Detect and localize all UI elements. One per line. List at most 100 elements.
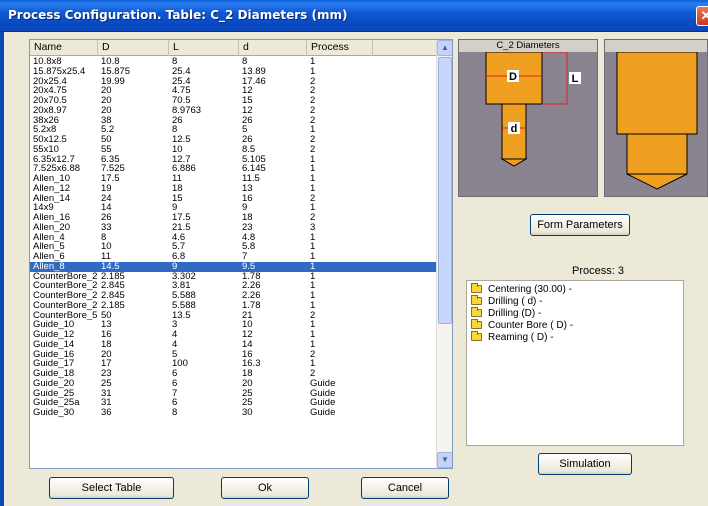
column-header-name[interactable]: Name [30, 40, 98, 56]
table-cell: 20 [101, 105, 112, 116]
process-tree-item[interactable]: Drilling ( d) - [467, 295, 683, 307]
table-row[interactable]: Guide_12 16 4 12 1 [30, 330, 438, 340]
process-tree-item[interactable]: Drilling (D) - [467, 307, 683, 319]
table-row[interactable]: 7.525x6.88 7.525 6.886 6.145 1 [30, 164, 438, 174]
process-tree-item[interactable]: Counter Bore ( D) - [467, 319, 683, 331]
table-cell: 6.35x12.7 [33, 154, 75, 165]
table-row[interactable]: Allen_20 33 21.5 23 3 [30, 223, 438, 233]
scroll-thumb[interactable] [438, 57, 452, 324]
window-title: Process Configuration. Table: C_2 Diamet… [8, 8, 348, 22]
table-row[interactable]: Allen_16 26 17.5 18 2 [30, 213, 438, 223]
table-row[interactable]: CounterBore_2...2.845 5.588 2.26 1 [30, 291, 438, 301]
table-row[interactable]: Allen_12 19 18 13 1 [30, 184, 438, 194]
table-row[interactable]: 20x25.4 19.99 25.4 17.46 2 [30, 77, 438, 87]
table-row[interactable]: 15.875x25.4 15.875 25.4 13.89 1 [30, 67, 438, 77]
diameters-table[interactable]: Name D L d Process 10.8x8 10.8 8 8 1 15.875x2… [29, 39, 453, 469]
table-cell: 2 [310, 349, 316, 360]
table-body: 10.8x8 10.8 8 8 1 15.875x25.4 15.875 25.4 13.89 1… [30, 57, 438, 418]
table-cell [373, 311, 438, 321]
table-cell: 16 [242, 193, 253, 204]
table-row[interactable]: Guide_30 36 8 30 Guide [30, 408, 438, 418]
process-tree[interactable]: Centering (30.00) - Drilling ( d) - Drilli… [466, 280, 684, 446]
table-cell [373, 330, 438, 340]
column-header-process[interactable]: Process [307, 40, 373, 56]
table-row[interactable]: Guide_17 17 100 16.3 1 [30, 359, 438, 369]
table-cell [373, 155, 438, 165]
table-row[interactable]: 20x8.97 20 8.9763 12 2 [30, 106, 438, 116]
table-cell [373, 174, 438, 184]
scroll-down-icon[interactable]: ▼ [437, 452, 452, 468]
process-tree-item[interactable]: Reaming ( D) - [467, 331, 683, 343]
table-row[interactable]: Allen_14 24 15 16 2 [30, 194, 438, 204]
table-row[interactable]: Allen_8 14.5 9 9.5 1 [30, 261, 438, 272]
table-row[interactable]: 20x4.75 20 4.75 12 2 [30, 86, 438, 96]
table-cell: 18 [172, 183, 183, 194]
process-tree-item[interactable]: Centering (30.00) - [467, 283, 683, 295]
cancel-button[interactable]: Cancel [361, 477, 449, 499]
table-cell: 10 [242, 320, 253, 330]
table-cell: 7.525 [101, 164, 125, 174]
table-row[interactable]: Allen_4 8 4.6 4.8 1 [30, 233, 438, 243]
table-row[interactable]: CounterBore_2...2.185 3.302 1.78 1 [30, 272, 438, 282]
table-cell: 14x9 [33, 203, 54, 213]
table-cell [373, 291, 438, 301]
table-cell [373, 135, 438, 145]
tool-3d-preview [604, 39, 708, 197]
table-scrollbar[interactable]: ▲ ▼ [436, 40, 452, 468]
table-row[interactable]: 50x12.5 50 12.5 26 2 [30, 135, 438, 145]
table-row[interactable]: Allen_6 11 6.8 7 1 [30, 252, 438, 262]
table-cell: 13.89 [242, 66, 266, 77]
table-row[interactable]: Guide_25 31 7 25 Guide [30, 389, 438, 399]
table-cell: Guide [310, 388, 336, 399]
table-row[interactable]: Guide_20 25 6 20 Guide [30, 379, 438, 389]
column-header-extra[interactable] [373, 40, 438, 56]
table-row[interactable]: 38x26 38 26 26 2 [30, 116, 438, 126]
table-cell: 5.2 [101, 125, 115, 135]
ok-button[interactable]: Ok [221, 477, 309, 499]
table-row[interactable]: Allen_10 17.5 11 11.5 1 [30, 174, 438, 184]
table-row[interactable]: Guide_25a 31 6 25 Guide [30, 398, 438, 408]
title-bar[interactable]: Process Configuration. Table: C_2 Diamet… [0, 0, 708, 32]
table-cell: 11 [172, 174, 182, 184]
table-cell: 6 [172, 398, 178, 408]
column-header-L[interactable]: L [169, 40, 239, 56]
table-cell: 7 [242, 252, 248, 262]
table-row[interactable]: Guide_14 18 4 14 1 [30, 340, 438, 350]
form-parameters-button[interactable]: Form Parameters [530, 214, 630, 236]
table-row[interactable]: 20x70.5 20 70.5 15 2 [30, 96, 438, 106]
table-cell: 20 [101, 349, 112, 360]
table-cell [373, 116, 438, 126]
table-row[interactable]: Guide_10 13 3 10 1 [30, 320, 438, 330]
table-cell: 23 [242, 222, 253, 233]
close-icon[interactable]: ✕ [696, 6, 708, 26]
table-cell: Guide [310, 398, 336, 408]
simulation-button[interactable]: Simulation [538, 453, 632, 475]
scroll-up-icon[interactable]: ▲ [437, 40, 452, 56]
table-row[interactable]: 5.2x8 5.2 8 5 1 [30, 125, 438, 135]
column-header-D[interactable]: D [98, 40, 169, 56]
table-row[interactable]: Allen_5 10 5.7 5.8 1 [30, 242, 438, 252]
tool-drawing: D L d [485, 52, 581, 167]
process-tree-item-label: Reaming ( D) - [488, 331, 554, 343]
table-row[interactable]: CounterBore_2...2.185 5.588 1.78 1 [30, 301, 438, 311]
table-cell: 8 [101, 232, 107, 243]
table-row[interactable]: 55x10 55 10 8.5 2 [30, 145, 438, 155]
table-row[interactable]: 10.8x8 10.8 8 8 1 [30, 57, 438, 67]
table-cell [373, 320, 438, 330]
column-header-d[interactable]: d [239, 40, 307, 56]
table-row[interactable]: 14x9 14 9 9 1 [30, 203, 438, 213]
table-row[interactable]: Guide_18 23 6 18 2 [30, 369, 438, 379]
table-row[interactable]: CounterBore_5...50 13.5 21 2 [30, 311, 438, 321]
table-cell: 20 [242, 378, 253, 389]
table-cell: CounterBore_2... [33, 300, 98, 311]
table-cell: Guide_25 [33, 388, 75, 399]
table-cell: 1 [310, 66, 316, 77]
table-cell: 1 [310, 271, 316, 282]
select-table-button[interactable]: Select Table [49, 477, 174, 499]
table-row[interactable]: CounterBore_2...2.845 3.81 2.26 1 [30, 281, 438, 291]
table-row[interactable]: Guide_16 20 5 16 2 [30, 350, 438, 360]
table-cell: 6.145 [242, 164, 266, 174]
table-cell: 1.78 [242, 300, 261, 311]
table-row[interactable]: 6.35x12.7 6.35 12.7 5.105 1 [30, 155, 438, 165]
table-cell: 1 [310, 300, 316, 311]
